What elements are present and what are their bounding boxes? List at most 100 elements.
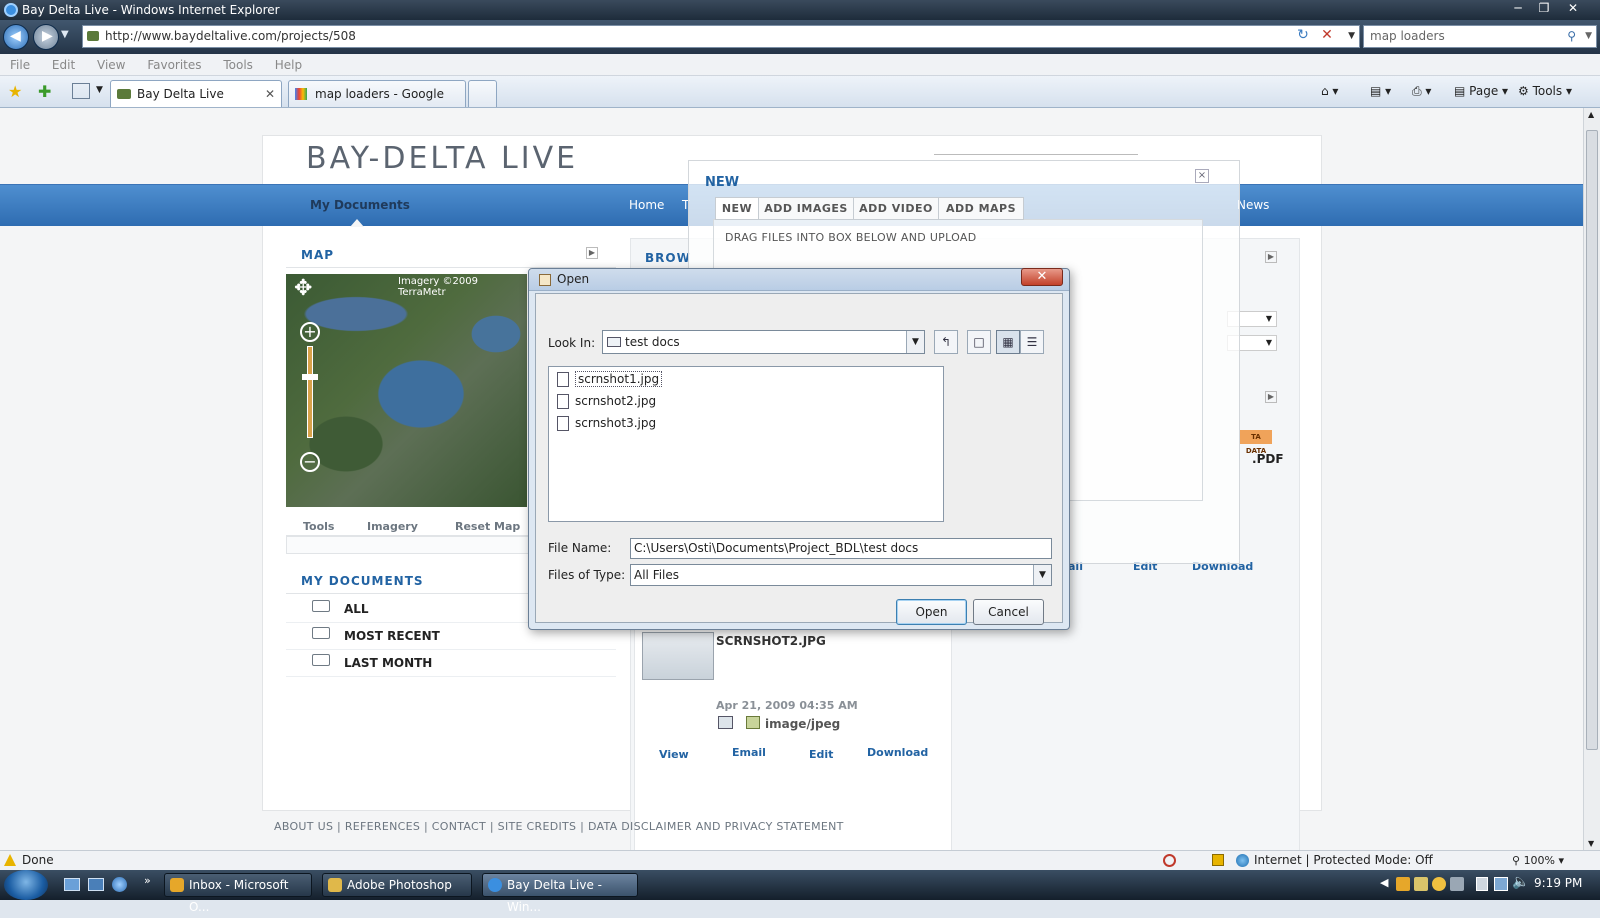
- search-icon[interactable]: ⚲: [1567, 26, 1576, 47]
- new-tab-button[interactable]: [468, 80, 497, 107]
- clock[interactable]: 9:19 PM: [1534, 876, 1582, 890]
- file-item[interactable]: scrnshot3.jpg: [553, 413, 656, 433]
- cancel-button[interactable]: Cancel: [973, 599, 1044, 625]
- security-report-icon[interactable]: [1212, 854, 1224, 866]
- footer-contact[interactable]: CONTACT: [432, 820, 486, 833]
- taskbar-item-photoshop[interactable]: Adobe Photoshop: [322, 873, 472, 897]
- map-tools-button[interactable]: Tools: [303, 520, 334, 533]
- refresh-icon[interactable]: ↻: [1294, 27, 1312, 45]
- nav-home[interactable]: Home: [629, 198, 664, 212]
- document-view-link[interactable]: View: [659, 748, 689, 761]
- monitor-icon[interactable]: [1494, 877, 1508, 891]
- nav-news[interactable]: News: [1237, 198, 1269, 212]
- open-dialog-titlebar[interactable]: Open ✕: [529, 268, 1069, 291]
- document-download-link[interactable]: Download: [867, 746, 928, 759]
- network-icon[interactable]: [1476, 877, 1488, 891]
- add-images-tab[interactable]: ADD IMAGES: [758, 197, 854, 220]
- tab-bay-delta-live[interactable]: Bay Delta Live ✕: [110, 80, 282, 107]
- taskbar-item-ie[interactable]: Bay Delta Live - Win...: [482, 873, 638, 914]
- menu-view[interactable]: View: [97, 58, 125, 72]
- tray-app-icon-4[interactable]: [1450, 877, 1464, 891]
- nav-my-documents[interactable]: My Documents: [310, 198, 410, 212]
- back-button[interactable]: ◀: [3, 24, 29, 50]
- satellite-map[interactable]: Imagery ©2009 TerraMetr ✥ + −: [286, 274, 527, 507]
- document-edit-link[interactable]: Edit: [809, 748, 833, 761]
- menu-edit[interactable]: Edit: [52, 58, 75, 72]
- add-video-tab[interactable]: ADD VIDEO: [853, 197, 939, 220]
- popup-blocker-icon[interactable]: [1163, 854, 1176, 867]
- add-favorites-icon[interactable]: ✚: [38, 82, 51, 101]
- scroll-down-icon[interactable]: ▼: [1588, 839, 1594, 848]
- map-reset-button[interactable]: Reset Map: [455, 520, 520, 533]
- list-view-button[interactable]: ▦: [996, 330, 1020, 354]
- look-in-combo[interactable]: test docs ▼: [602, 330, 925, 354]
- menu-file[interactable]: File: [10, 58, 30, 72]
- footer-references[interactable]: REFERENCES: [345, 820, 420, 833]
- document-email-link[interactable]: Email: [732, 746, 766, 759]
- new-dialog-close-icon[interactable]: ×: [1195, 169, 1209, 183]
- file-list[interactable]: scrnshot1.jpg scrnshot2.jpg scrnshot3.jp…: [548, 366, 944, 522]
- map-imagery-button[interactable]: Imagery: [367, 520, 418, 533]
- file-name-input[interactable]: C:\Users\Osti\Documents\Project_BDL\test…: [630, 538, 1052, 559]
- footer-about-us[interactable]: ABOUT US: [274, 820, 333, 833]
- open-dialog-close-button[interactable]: ✕: [1021, 268, 1063, 286]
- scrollbar-thumb[interactable]: [1586, 130, 1598, 750]
- tab-google-search[interactable]: map loaders - Google Sear...: [288, 80, 466, 127]
- site-logo[interactable]: BAY-DELTA LIVE: [306, 141, 578, 176]
- add-maps-tab[interactable]: ADD MAPS: [938, 197, 1024, 220]
- browse-panel-expand-icon-2[interactable]: ▶: [1265, 391, 1277, 403]
- start-button[interactable]: [4, 870, 48, 900]
- warning-icon[interactable]: [4, 854, 16, 866]
- quicklaunch-overflow-icon[interactable]: »: [144, 874, 151, 887]
- new-tab[interactable]: NEW: [715, 197, 759, 220]
- right-card-filename[interactable]: .PDF: [1252, 452, 1284, 466]
- close-window-button[interactable]: ✕: [1560, 0, 1586, 17]
- close-tab-icon[interactable]: ✕: [265, 81, 275, 107]
- menu-tools[interactable]: Tools: [223, 58, 253, 72]
- map-pan-icon[interactable]: ✥: [294, 276, 312, 301]
- taskbar-item-outlook[interactable]: Inbox - Microsoft O...: [164, 873, 312, 914]
- zoom-in-icon[interactable]: +: [300, 322, 320, 342]
- tab-list-dropdown-icon[interactable]: ▼: [96, 85, 103, 95]
- open-button[interactable]: Open: [896, 599, 967, 625]
- show-desktop-icon[interactable]: [64, 878, 80, 891]
- zoom-slider[interactable]: [307, 346, 313, 438]
- file-item[interactable]: scrnshot1.jpg: [553, 369, 663, 389]
- home-icon[interactable]: ⌂ ▾: [1321, 80, 1338, 102]
- browse-panel-expand-icon[interactable]: ▶: [1265, 251, 1277, 263]
- quick-tabs-icon[interactable]: [72, 83, 90, 99]
- scroll-up-icon[interactable]: ▲: [1588, 110, 1594, 119]
- volume-icon[interactable]: 🔈: [1512, 874, 1529, 890]
- footer-disclaimer[interactable]: DATA DISCLAIMER AND PRIVACY STATEMENT: [588, 820, 844, 833]
- feeds-icon[interactable]: ▤ ▾: [1370, 80, 1391, 102]
- document-name[interactable]: SCRNSHOT2.JPG: [716, 634, 826, 648]
- page-scrollbar[interactable]: ▲ ▼: [1583, 108, 1600, 850]
- page-menu[interactable]: ▤ Page ▾: [1454, 80, 1508, 102]
- menu-help[interactable]: Help: [275, 58, 302, 72]
- files-of-type-dropdown-icon[interactable]: ▼: [1033, 565, 1051, 585]
- look-in-dropdown-icon[interactable]: ▼: [906, 331, 924, 353]
- map-panel-expand-icon[interactable]: ▶: [586, 247, 598, 259]
- switch-windows-icon[interactable]: [88, 878, 104, 891]
- zoom-out-icon[interactable]: −: [300, 452, 320, 472]
- file-item[interactable]: scrnshot2.jpg: [553, 391, 656, 411]
- document-thumbnail[interactable]: [642, 632, 714, 680]
- stop-icon[interactable]: ✕: [1318, 27, 1336, 45]
- zoom-slider-handle[interactable]: [302, 374, 318, 380]
- tray-expand-icon[interactable]: ◀: [1380, 876, 1388, 889]
- details-view-button[interactable]: ☰: [1020, 330, 1044, 354]
- new-folder-button[interactable]: □: [967, 330, 991, 354]
- tray-app-icon-2[interactable]: [1414, 877, 1428, 891]
- up-one-level-button[interactable]: ↰: [934, 330, 958, 354]
- search-options-icon[interactable]: ▼: [1585, 26, 1592, 47]
- minimize-button[interactable]: ─: [1505, 0, 1531, 17]
- print-icon[interactable]: ⎙ ▾: [1412, 80, 1431, 102]
- address-dropdown-icon[interactable]: ▼: [1348, 26, 1355, 47]
- address-bar[interactable]: http://www.baydeltalive.com/projects/508…: [82, 25, 1360, 48]
- ie-quicklaunch-icon[interactable]: [112, 877, 127, 892]
- documents-filter-last-month[interactable]: LAST MONTH: [286, 650, 616, 677]
- files-of-type-combo[interactable]: All Files ▼: [630, 564, 1052, 586]
- history-dropdown-icon[interactable]: ▼: [61, 29, 69, 40]
- tray-app-icon-3[interactable]: [1432, 877, 1446, 891]
- menu-favorites[interactable]: Favorites: [147, 58, 201, 72]
